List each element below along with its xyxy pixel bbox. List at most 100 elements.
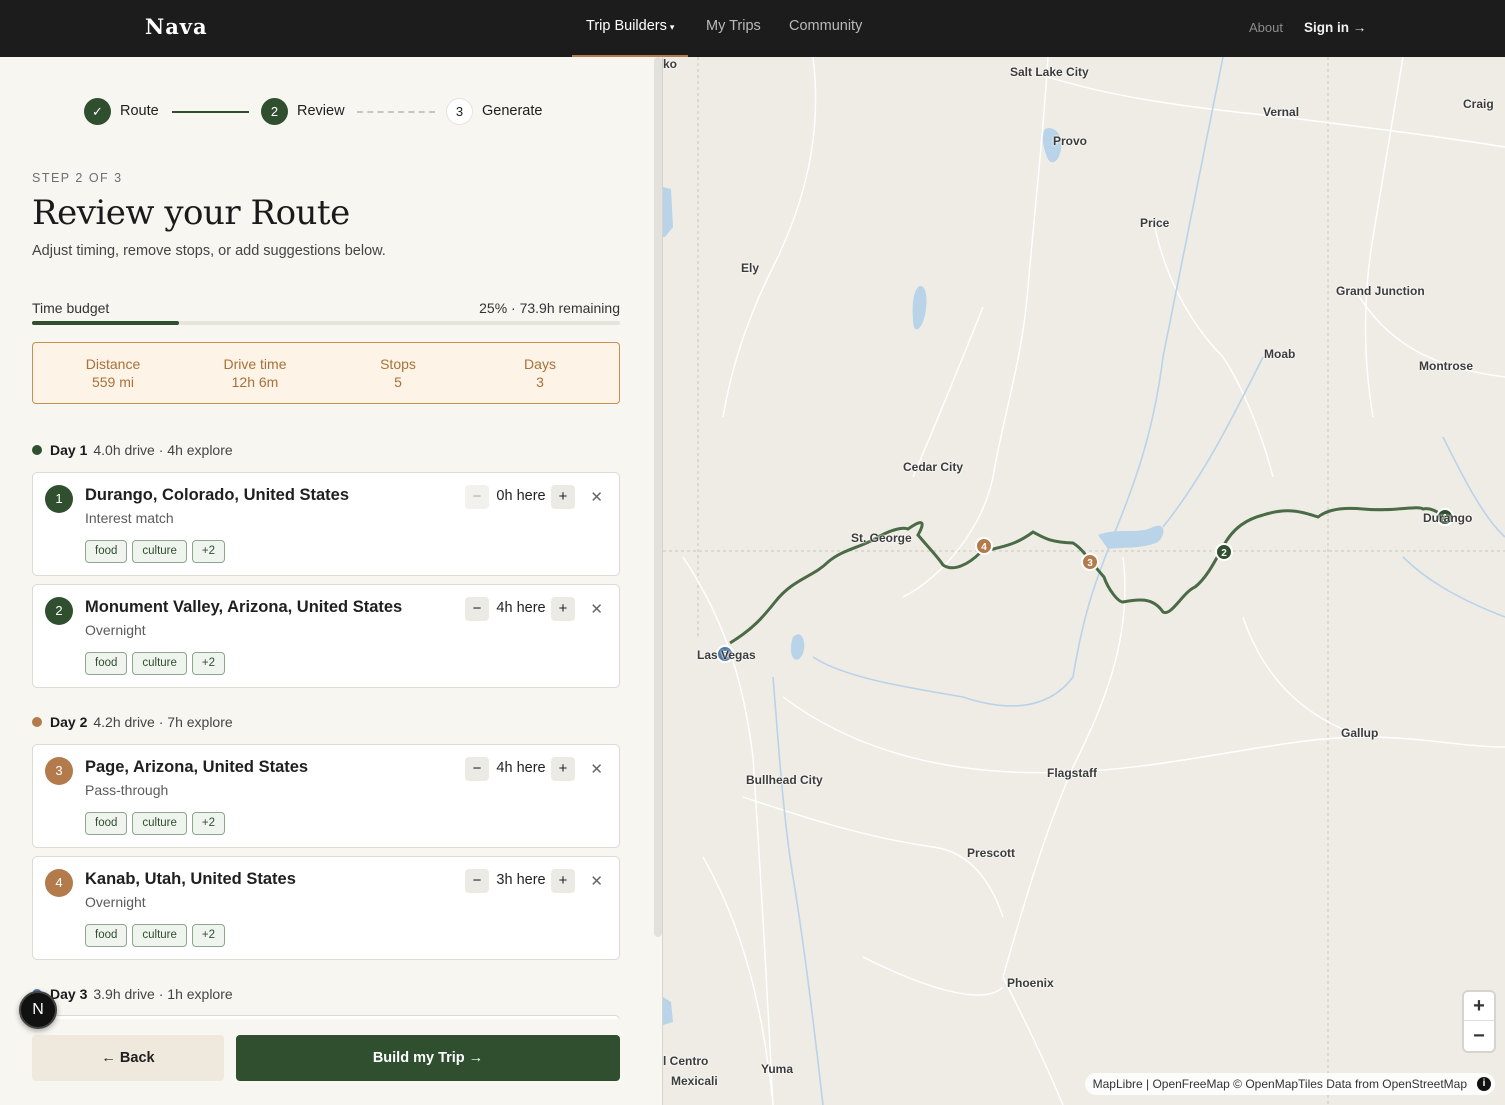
remove-stop-icon[interactable]: ✕ (590, 760, 603, 778)
day-name: Day 1 (50, 442, 88, 458)
stop-type: Interest match (85, 510, 174, 526)
step-generate-number: 3 (446, 98, 473, 125)
step-route-label: Route (120, 103, 159, 119)
map-label: Cedar City (903, 460, 964, 474)
hours-stepper: − 4h here + (465, 757, 575, 781)
trip-stats: Distance 559 mi Drive time 12h 6m Stops 5 D… (32, 342, 620, 404)
stop-name: Monument Valley, Arizona, United States (85, 598, 403, 616)
decrease-hours-button[interactable]: − (465, 757, 489, 781)
nav-trip-builders-label: Trip Builders (586, 18, 667, 34)
tag-more[interactable]: +2 (191, 812, 226, 835)
decrease-hours-button[interactable]: − (465, 869, 489, 893)
road-network (682, 57, 1505, 1105)
page-subtitle: Adjust timing, remove stops, or add sugg… (32, 243, 386, 259)
step-generate-label: Generate (482, 103, 543, 119)
tag-food[interactable]: food (85, 652, 128, 675)
zoom-in-button[interactable]: + (1464, 992, 1494, 1021)
zoom-controls: + − (1464, 992, 1494, 1051)
map-label: Ely (741, 261, 760, 275)
stat-label: Days (524, 356, 556, 372)
stop-name: Durango, Colorado, United States (85, 486, 350, 504)
stop-card: 3 Page, Arizona, United States Pass-thro… (32, 744, 620, 848)
day-name: Day 2 (50, 714, 88, 730)
stop-tags: food culture +2 (85, 924, 230, 947)
hours-stepper: − 0h here + (465, 485, 575, 509)
stop-type: Overnight (85, 622, 146, 638)
day-summary: 3.9h drive · 1h explore (93, 986, 233, 1002)
stop-card: 4 Kanab, Utah, United States Overnight f… (32, 856, 620, 960)
time-budget-fill (32, 321, 179, 325)
step-review-number: 2 (261, 98, 288, 125)
tag-more[interactable]: +2 (191, 652, 226, 675)
stat-label: Stops (380, 356, 416, 372)
tag-food[interactable]: food (85, 924, 128, 947)
check-icon: ✓ (84, 98, 111, 125)
map-label: Price (1140, 216, 1170, 230)
map-marker-3-label: 3 (1087, 558, 1093, 569)
review-panel: ✓ Route 2 Review 3 Generate STEP 2 OF 3 … (0, 57, 662, 1105)
stop-number-badge: 2 (45, 597, 73, 625)
decrease-hours-button[interactable]: − (465, 485, 489, 509)
map-label: St. George (851, 531, 912, 545)
nav-trip-builders[interactable]: Trip Builders ▾ (572, 0, 689, 57)
tag-food[interactable]: food (85, 812, 128, 835)
progress-stepper: ✓ Route 2 Review 3 Generate (84, 98, 564, 126)
tag-culture[interactable]: culture (132, 812, 187, 835)
decrease-hours-button[interactable]: − (465, 597, 489, 621)
map-label: Prescott (967, 846, 1016, 860)
day-summary: 4.2h drive · 7h explore (93, 714, 233, 730)
back-button[interactable]: ← Back (32, 1035, 224, 1081)
tag-culture[interactable]: culture (132, 924, 187, 947)
time-budget-label: Time budget (32, 300, 110, 316)
hours-stepper: − 3h here + (465, 869, 575, 893)
remove-stop-icon[interactable]: ✕ (590, 872, 603, 890)
nav-my-trips[interactable]: My Trips (706, 18, 761, 34)
increase-hours-button[interactable]: + (551, 757, 575, 781)
remove-stop-icon[interactable]: ✕ (590, 600, 603, 618)
tag-more[interactable]: +2 (191, 540, 226, 563)
hours-stepper: − 4h here + (465, 597, 575, 621)
info-icon[interactable]: i (1477, 1077, 1491, 1091)
stop-card: 1 Durango, Colorado, United States Inter… (32, 472, 620, 576)
tag-culture[interactable]: culture (132, 652, 187, 675)
day-name: Day 3 (50, 986, 88, 1002)
tag-culture[interactable]: culture (132, 540, 187, 563)
route-map[interactable]: 1 2 3 4 5 ko Salt Lake City Vernal Craig… (663, 57, 1505, 1105)
day-summary: 4.0h drive · 4h explore (93, 442, 233, 458)
tag-food[interactable]: food (85, 540, 128, 563)
step-review-label: Review (297, 103, 345, 119)
panel-scrollbar[interactable] (654, 57, 662, 937)
brand-logo[interactable]: Nava (145, 14, 208, 39)
zoom-out-button[interactable]: − (1464, 1022, 1494, 1051)
sign-in-link[interactable]: Sign in → (1304, 20, 1366, 35)
build-trip-button[interactable]: Build my Trip → (236, 1035, 620, 1081)
stop-tags: food culture +2 (85, 540, 230, 563)
map-label: ko (663, 57, 678, 71)
stop-tags: food culture +2 (85, 652, 230, 675)
nav-community[interactable]: Community (789, 18, 862, 34)
top-nav: Nava Trip Builders ▾ My Trips Community A… (0, 0, 1505, 57)
increase-hours-button[interactable]: + (551, 597, 575, 621)
increase-hours-button[interactable]: + (551, 869, 575, 893)
map-label: Vernal (1263, 105, 1300, 119)
tag-more[interactable]: +2 (191, 924, 226, 947)
stat-drive-time: Drive time 12h 6m (185, 355, 325, 391)
stop-name: Kanab, Utah, United States (85, 870, 296, 888)
day-3-header: Day 3 3.9h drive · 1h explore (32, 986, 233, 1002)
step-connector-pending (357, 111, 435, 113)
day-color-dot (32, 717, 42, 727)
nav-about[interactable]: About (1249, 20, 1283, 35)
map-marker-4-label: 4 (981, 542, 987, 553)
map-label: Moab (1264, 347, 1296, 361)
map-label: Yuma (761, 1062, 794, 1076)
dev-tools-badge[interactable]: N (19, 991, 57, 1029)
map-markers: 1 2 3 4 5 (716, 508, 1454, 663)
remove-stop-icon[interactable]: ✕ (590, 488, 603, 506)
increase-hours-button[interactable]: + (551, 485, 575, 509)
day-color-dot (32, 445, 42, 455)
map-marker-2-label: 2 (1221, 548, 1227, 559)
time-budget-value: 25% · 73.9h remaining (479, 300, 620, 316)
day-1-header: Day 1 4.0h drive · 4h explore (32, 442, 233, 458)
map-label: Bullhead City (746, 773, 823, 787)
stop-tags: food culture +2 (85, 812, 230, 835)
